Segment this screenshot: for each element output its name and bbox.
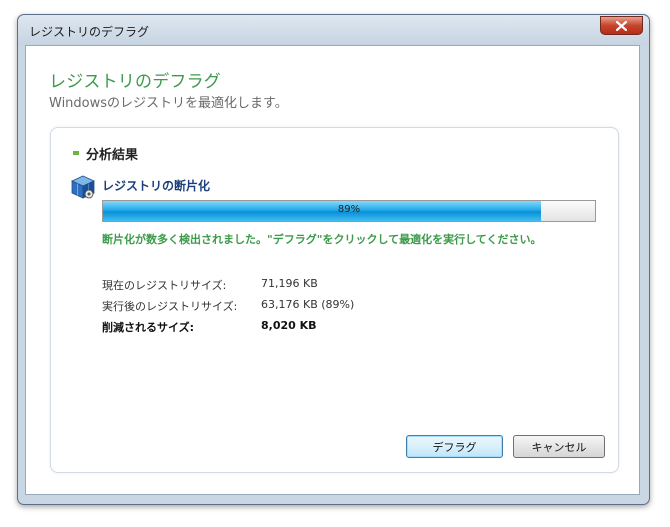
current-size-label: 現在のレジストリサイズ: [102,279,227,292]
fragmentation-progress-bar: 89% [102,200,596,222]
current-size-value: 71,196 KB [261,277,318,290]
cancel-button[interactable]: キャンセル [513,435,605,458]
dialog-window: レジストリのデフラグ レジストリのデフラグ Windowsのレジストリを最適化し… [17,14,650,505]
defrag-button[interactable]: デフラグ [406,435,503,458]
progress-percent-text: 89% [337,204,361,215]
dialog-content: レジストリのデフラグ Windowsのレジストリを最適化します。 分析結果 レジ… [25,45,640,495]
analysis-panel: 分析結果 レジストリの断片化 89% 断片化が数多く検出されました。"デフラグ"… [50,127,619,473]
analysis-message: 断片化が数多く検出されました。"デフラグ"をクリックして最適化を実行してください… [102,233,542,246]
reduced-size-label: 削減されるサイズ: [102,321,195,334]
section-bullet-icon [73,151,79,155]
after-size-value: 63,176 KB (89%) [261,298,355,311]
section-title: 分析結果 [86,148,139,163]
title-bar[interactable]: レジストリのデフラグ [18,15,649,45]
close-icon [616,21,627,31]
registry-cube-icon [71,175,95,199]
page-title: レジストリのデフラグ [49,72,221,92]
window-title: レジストリのデフラグ [29,25,150,39]
page-subtitle: Windowsのレジストリを最適化します。 [49,96,288,111]
reduced-size-value: 8,020 KB [261,319,317,332]
close-button[interactable] [600,16,643,35]
after-size-label: 実行後のレジストリサイズ: [102,300,238,313]
fragmentation-label: レジストリの断片化 [102,179,211,193]
